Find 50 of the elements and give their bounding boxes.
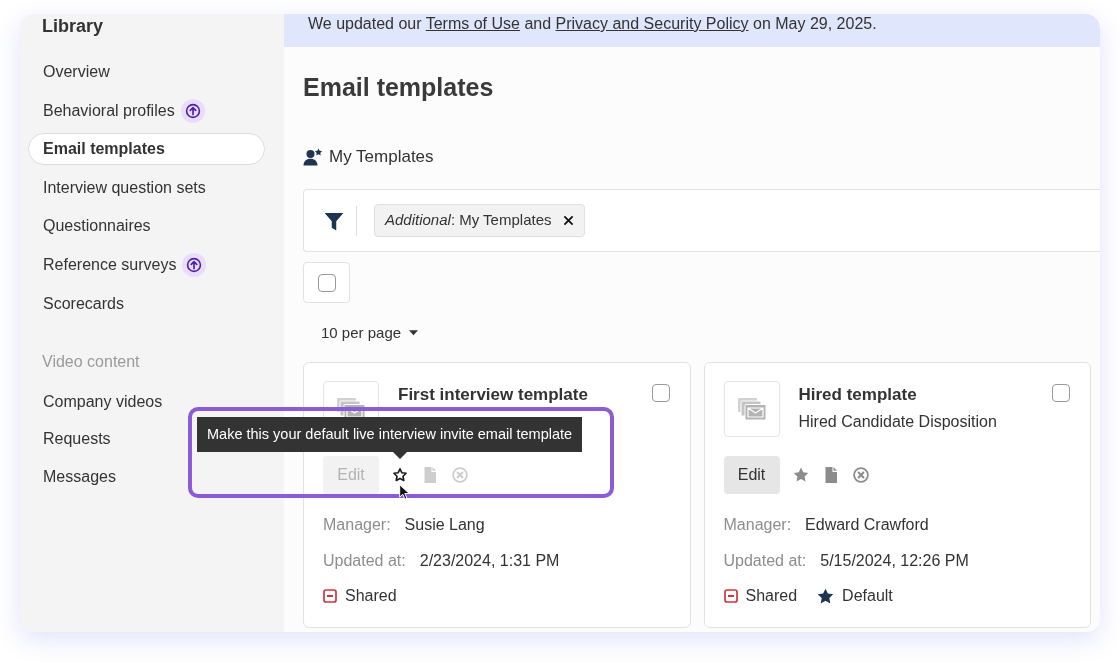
nav-item[interactable]: Overview xyxy=(28,56,111,88)
edit-button[interactable]: Edit xyxy=(723,456,780,494)
field-label: Updated at: xyxy=(723,551,807,571)
field-value: 5/15/2024, 12:26 PM xyxy=(820,551,969,571)
card-checkbox[interactable] xyxy=(651,384,670,402)
select-all-checkbox[interactable] xyxy=(317,273,336,292)
page-title: Email templates xyxy=(303,72,494,102)
person-star-icon xyxy=(303,148,323,166)
close-icon[interactable] xyxy=(563,215,575,226)
update-notice: We updated our Terms of Use and Privacy and Security Policy on May 29, 2025. xyxy=(308,14,877,34)
view-label: My Templates xyxy=(329,146,434,169)
template-title[interactable]: First interview template xyxy=(398,384,588,406)
caret-icon xyxy=(409,330,419,336)
filter-icon[interactable] xyxy=(324,210,344,231)
filter-chip[interactable]: Additional: My Templates xyxy=(374,204,586,237)
nav-item[interactable]: Interview question sets xyxy=(28,171,207,204)
star-icon[interactable] xyxy=(392,467,408,483)
section-heading: Video content xyxy=(41,351,140,372)
template-title[interactable]: Hired template xyxy=(798,384,917,406)
policy-link[interactable]: Terms of Use xyxy=(425,15,520,32)
nav-item[interactable]: Email templates xyxy=(28,133,265,166)
nav-item[interactable]: Company videos xyxy=(28,385,164,418)
policy-link[interactable]: Privacy and Security Policy xyxy=(555,15,749,32)
nav-item[interactable]: Questionnaires xyxy=(28,210,152,243)
page-size-dropdown[interactable]: 10 per page xyxy=(303,322,419,344)
tooltip: Make this your default live interview invite email template xyxy=(197,417,583,459)
nav-item[interactable]: Scorecards xyxy=(28,287,125,320)
tag-label: Default xyxy=(842,586,893,606)
nav-item[interactable]: Behavioral profiles xyxy=(28,94,206,127)
sidebar-title: Library xyxy=(41,15,105,37)
field-value: Susie Lang xyxy=(404,515,485,535)
nav-item[interactable]: Messages xyxy=(28,460,117,493)
minus-square-icon xyxy=(723,589,738,603)
tag-label: Shared xyxy=(745,586,798,606)
field-value: 2/23/2024, 1:31 PM xyxy=(419,551,560,571)
card-checkbox[interactable] xyxy=(1052,384,1070,402)
circle-x-icon[interactable] xyxy=(852,467,869,483)
minus-square-icon xyxy=(323,589,337,603)
nav-item[interactable]: Reference surveys xyxy=(28,248,208,281)
star-icon[interactable] xyxy=(792,467,809,483)
cursor-icon xyxy=(399,484,410,500)
template-type: Hired Candidate Disposition xyxy=(798,412,997,432)
envelopes-icon xyxy=(737,398,766,420)
field-value: Edward Crawford xyxy=(805,515,929,535)
star-icon xyxy=(817,587,835,605)
field-label: Manager: xyxy=(723,515,792,535)
tag-label: Shared xyxy=(345,586,397,606)
field-label: Manager: xyxy=(323,515,391,535)
field-label: Updated at: xyxy=(323,551,406,571)
nav-item[interactable]: Requests xyxy=(28,423,112,456)
